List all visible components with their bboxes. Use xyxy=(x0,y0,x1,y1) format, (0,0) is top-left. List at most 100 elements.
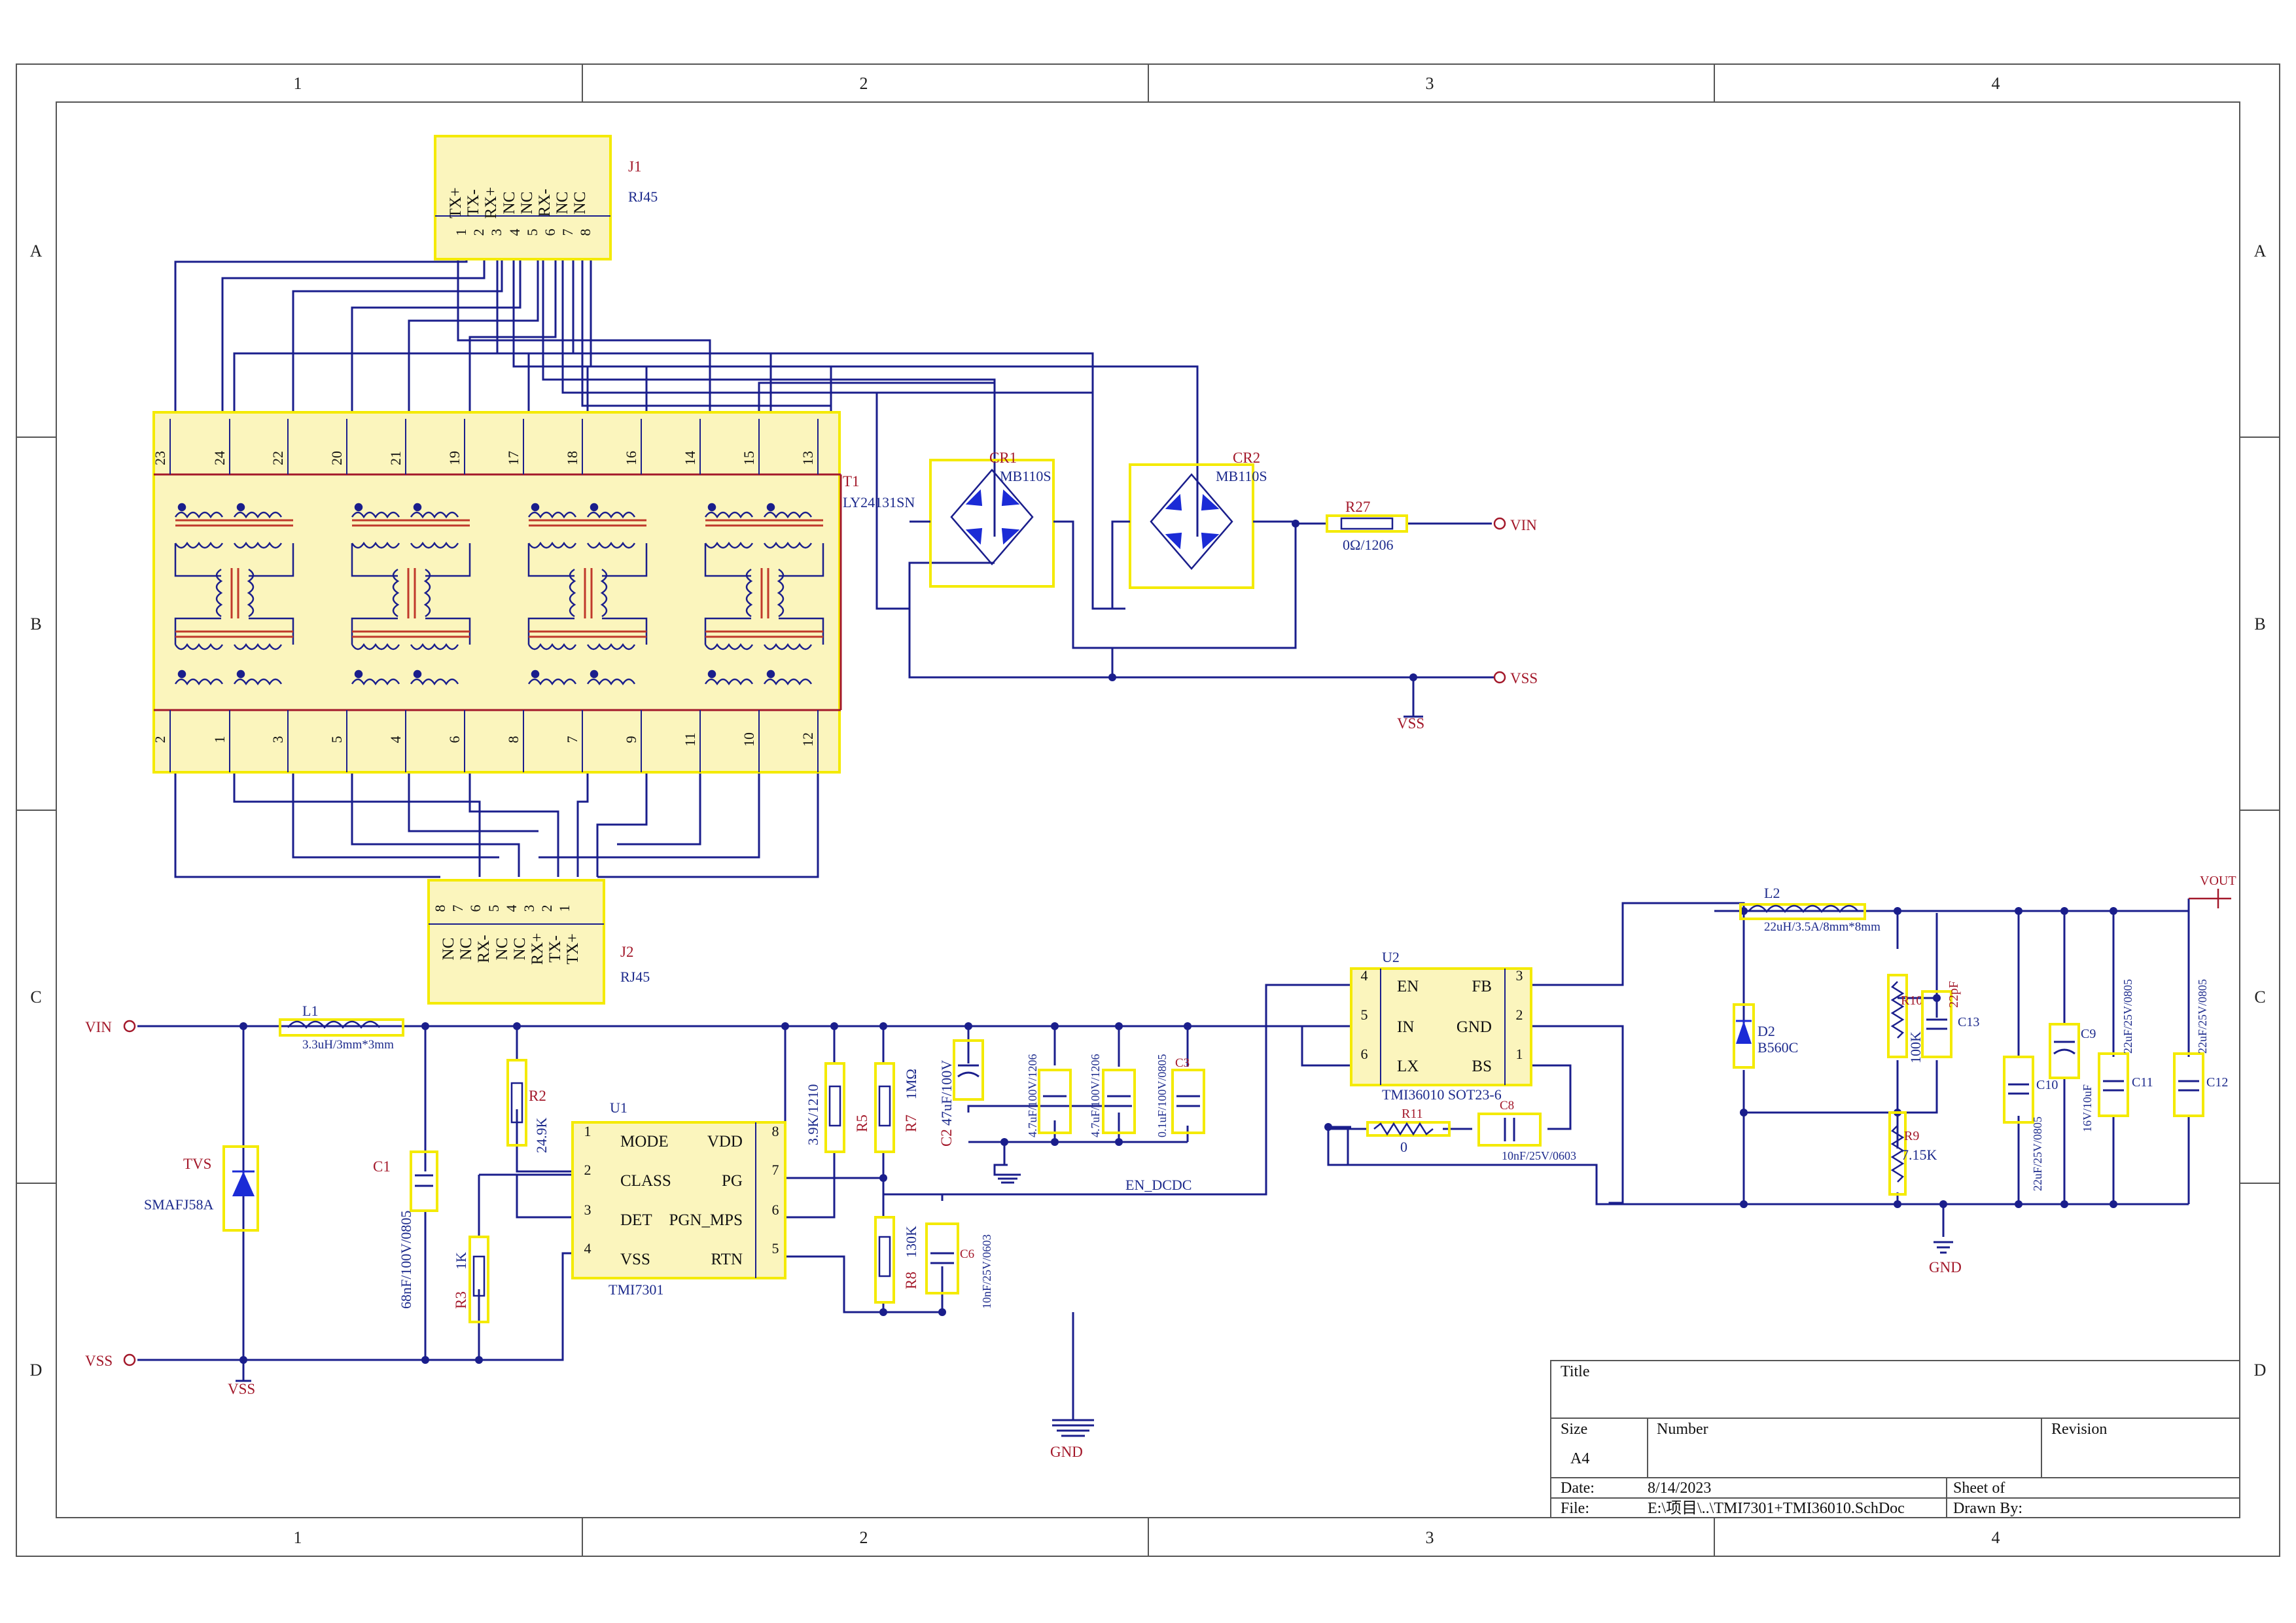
pin-name: NC xyxy=(518,192,536,215)
u1-ref: U1 xyxy=(610,1099,627,1116)
d2-ref: D2 xyxy=(1757,1023,1775,1039)
ic-u1[interactable]: 1 2 3 4 8 7 6 5 MODE CLASS DET VSS VDD P… xyxy=(571,1099,786,1298)
resistor-r3[interactable]: R3 1K xyxy=(453,1236,489,1323)
resistor-r4[interactable]: 3.9K/1210 xyxy=(805,1062,845,1153)
t1-top-pin: 15 xyxy=(741,451,757,465)
r3-ref: R3 xyxy=(453,1291,469,1309)
tvs-value: SMAFJ58A xyxy=(144,1196,213,1213)
resistor-r11[interactable]: R11 0 xyxy=(1366,1107,1451,1155)
pin-number: 6 xyxy=(772,1202,779,1218)
t1-top-pin: 13 xyxy=(800,451,816,465)
r5-ref: R5 xyxy=(854,1115,870,1132)
net-port-vout: VOUT xyxy=(2189,874,2236,908)
inductor-l2[interactable]: L2 22uH/3.5A/8mm*8mm xyxy=(1739,885,1881,934)
row-label: C xyxy=(30,988,41,1007)
resistor-r8[interactable]: R8 130K xyxy=(874,1216,919,1304)
t1-bottom-pin: 9 xyxy=(623,736,639,743)
c12-value: 22uF/25V/0805 xyxy=(2196,979,2209,1054)
pin-name: TX- xyxy=(465,189,482,217)
bridge-cr1[interactable]: CR1 MB110S xyxy=(929,450,1055,588)
pin-number: 4 xyxy=(584,1240,592,1257)
pin-name: RX+ xyxy=(482,187,500,219)
junction-dot xyxy=(1409,673,1417,681)
pin-name: EN xyxy=(1397,978,1419,995)
junction-dot xyxy=(1292,520,1299,527)
vin-label: VIN xyxy=(1510,517,1537,533)
connector-j2[interactable]: 8 7 6 5 4 3 2 1 NC NC RX- NC NC RX+ TX- … xyxy=(427,879,650,1005)
pin-name: PGN_MPS xyxy=(669,1211,743,1229)
date-label: Date: xyxy=(1561,1480,1595,1497)
pin-name: TX+ xyxy=(564,933,582,964)
pin-name: NC xyxy=(493,938,511,961)
t1-bottom-pin: 3 xyxy=(270,736,286,743)
date-value: 8/14/2023 xyxy=(1648,1480,1711,1497)
pin-number: 1 xyxy=(584,1123,592,1139)
pin-number: 2 xyxy=(539,905,555,912)
drawing-frame xyxy=(16,63,2280,1557)
capacitor-c9[interactable]: C9 16V/10uF xyxy=(2049,1023,2096,1132)
capacitor-c11[interactable]: C11 22uF/25V/0805 xyxy=(2098,979,2153,1117)
col-label: 1 xyxy=(294,74,302,93)
resistor-r27[interactable]: R27 0Ω/1206 xyxy=(1326,499,1408,553)
capacitor-c5[interactable]: 4.7uF/100V/1206 xyxy=(1089,1054,1136,1137)
transformer-t1[interactable]: 23 24 22 20 21 19 17 18 16 14 15 13 2 1 3 5 4 6 8 7 9 11 10 12… xyxy=(152,411,915,774)
file-value: E:\项目\..\TMI7301+TMI36010.SchDoc xyxy=(1648,1500,1905,1517)
resistor-r5[interactable]: R5 xyxy=(854,1062,895,1153)
t1-bottom-pin: 12 xyxy=(800,732,816,747)
capacitor-c12[interactable]: C12 22uF/25V/0805 xyxy=(2173,979,2228,1117)
row-label: D xyxy=(2254,1361,2267,1380)
row-label: B xyxy=(2254,615,2265,633)
pin-number: 7 xyxy=(559,229,576,236)
capacitor-c4[interactable]: 4.7uF/100V/1206 xyxy=(1026,1054,1072,1137)
resistor-r7[interactable]: R7 1MΩ xyxy=(903,1069,919,1132)
capacitor-c6[interactable]: C6 10nF/25V/0603 xyxy=(925,1222,993,1309)
frame-labels: 1 2 3 4 1 2 3 4 A B C D A B C D xyxy=(30,74,2267,1547)
u1-value: TMI7301 xyxy=(609,1281,663,1298)
connector-j1[interactable]: TX+ TX- RX+ NC NC RX- NC NC 1 2 3 4 5 6 … xyxy=(434,135,658,260)
cr1-value: MB110S xyxy=(1000,468,1051,484)
d2-value: B560C xyxy=(1757,1039,1798,1056)
diode-tvs[interactable]: TVS SMAFJ58A xyxy=(144,1145,259,1232)
junction-dot xyxy=(1108,673,1116,681)
t1-top-pin: 24 xyxy=(211,451,228,465)
row-label: D xyxy=(30,1361,43,1380)
t1-value: LY24131SN xyxy=(843,494,915,510)
pin-name: TX- xyxy=(546,935,564,963)
t1-top-pin: 14 xyxy=(682,451,698,465)
pin-number: 1 xyxy=(1516,1046,1523,1062)
pin-number: 3 xyxy=(584,1202,592,1218)
col-label: 4 xyxy=(1992,74,2000,93)
col-label: 3 xyxy=(1426,1528,1434,1547)
c10-ref: C10 xyxy=(2036,1078,2058,1092)
resistor-r10[interactable]: R10 100K xyxy=(1887,974,1924,1063)
r27-value: 0Ω/1206 xyxy=(1343,537,1393,553)
pin-number: 8 xyxy=(432,905,448,912)
bridge-cr2[interactable]: CR2 MB110S xyxy=(1129,450,1267,589)
t1-bottom-pin: 11 xyxy=(682,732,698,746)
j2-type: RJ45 xyxy=(620,969,650,985)
pin-number: 6 xyxy=(467,905,484,912)
capacitor-c1[interactable]: C1 68nF/100V/0805 xyxy=(373,1150,438,1309)
revision-label: Revision xyxy=(2051,1421,2107,1438)
capacitor-c3[interactable]: C3 0.1uF/100V/0805 xyxy=(1156,1054,1205,1137)
j1-ref: J1 xyxy=(628,158,641,175)
pin-number: 4 xyxy=(1361,967,1368,984)
capacitor-c13[interactable]: 22pF C13 xyxy=(1921,981,1979,1058)
title-block-text: Title Size A4 Number Revision Date: 8/14… xyxy=(1561,1363,2107,1517)
pin-number: 6 xyxy=(542,229,558,236)
capacitor-c8[interactable]: C8 10nF/25V/0603 xyxy=(1477,1099,1576,1162)
capacitor-c2[interactable]: C2 47uF/100V xyxy=(938,1039,984,1147)
t1-bottom-pin: 2 xyxy=(152,736,168,743)
pin-number: 7 xyxy=(772,1162,779,1178)
c9-ref: C9 xyxy=(2081,1027,2096,1041)
c13-ref: C13 xyxy=(1958,1015,1979,1029)
r7-value: 1MΩ xyxy=(903,1069,919,1099)
ic-u2[interactable]: 4 5 6 3 2 1 EN IN LX FB GND BS U2 TMI360… xyxy=(1350,949,1532,1103)
j2-ref: J2 xyxy=(620,944,633,960)
r27-ref: R27 xyxy=(1345,499,1370,515)
resistor-r2[interactable]: R2 24.9K xyxy=(506,1059,550,1153)
pin-name: DET xyxy=(620,1211,652,1229)
c1-ref: C1 xyxy=(373,1158,391,1175)
l2-ref: L2 xyxy=(1764,885,1780,901)
j1-type: RJ45 xyxy=(628,188,658,205)
